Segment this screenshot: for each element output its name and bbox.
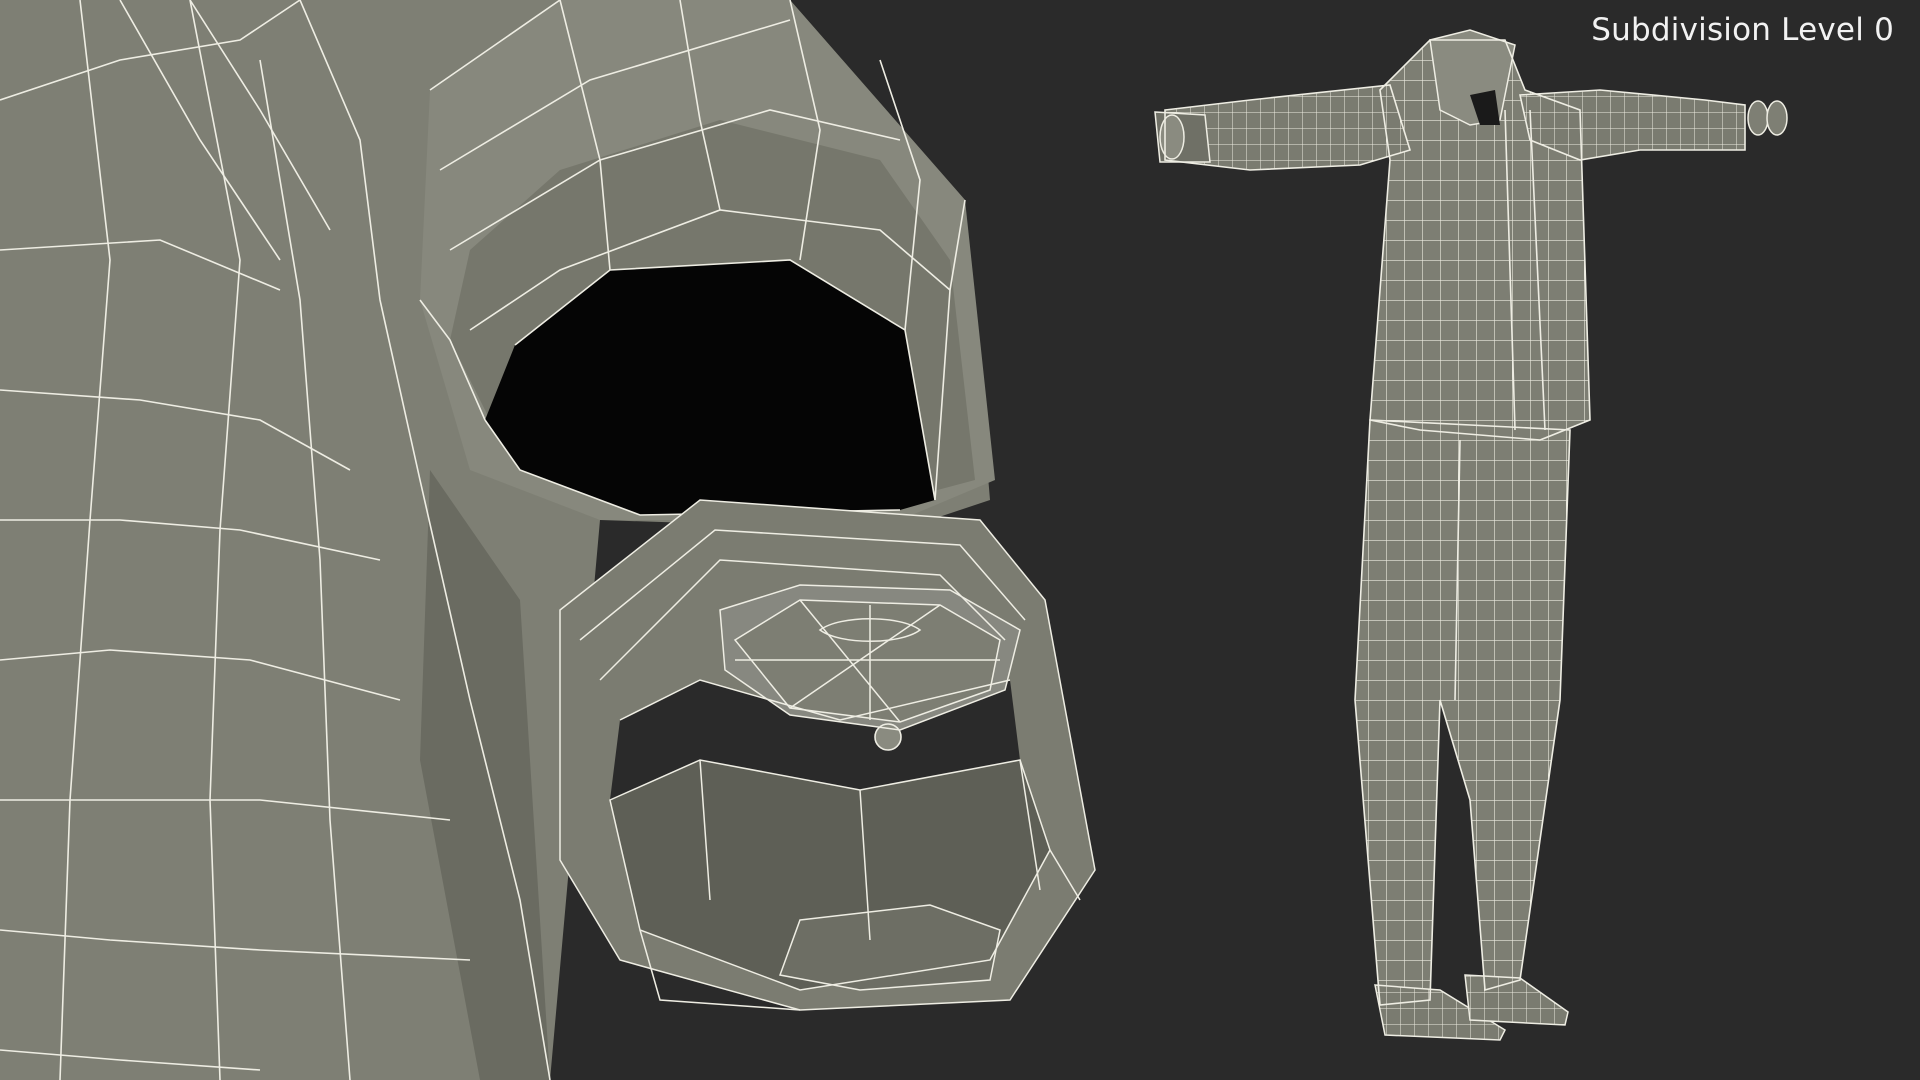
render-canvas bbox=[0, 0, 1788, 1080]
suit-tpose-mesh bbox=[1154, 29, 1788, 1041]
viewport: Subdivision Level 0 bbox=[0, 0, 1920, 1080]
wristwatch-closeup-mesh bbox=[559, 499, 1096, 1011]
subdivision-level-label: Subdivision Level 0 bbox=[1591, 12, 1894, 48]
